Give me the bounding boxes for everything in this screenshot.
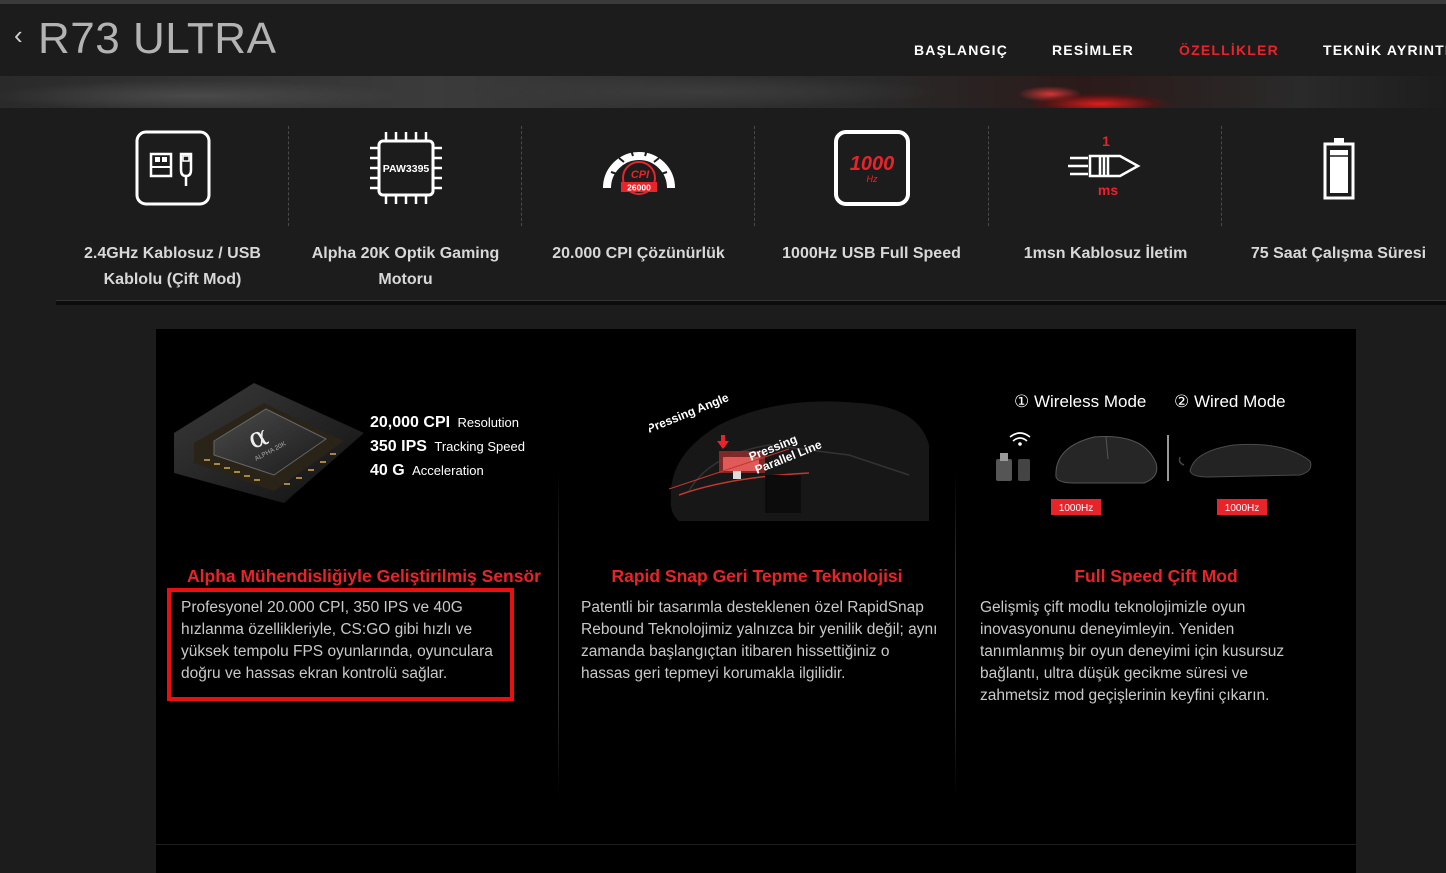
feature-row-divider xyxy=(56,300,1446,305)
svg-text:26000: 26000 xyxy=(627,183,651,193)
feature-label: 1000Hz USB Full Speed xyxy=(782,245,961,262)
feature-card-sensor: α ALPHA 20K 20,000 CPI Resolution 350 IP… xyxy=(156,329,558,873)
nav-tab-resimler[interactable]: RESİMLER xyxy=(1052,42,1134,58)
feature-latency: 1 ms 1msn Kablosuz İletim xyxy=(989,108,1222,304)
sensor-chip-image: α ALPHA 20K 20,000 CPI Resolution 350 IP… xyxy=(174,383,525,503)
mouse-cutaway-image: Pressing Angle Pressing Parallel Line xyxy=(649,390,929,521)
polling-rate-icon: 1000 Hz xyxy=(833,130,910,206)
svg-text:1000Hz: 1000Hz xyxy=(1059,503,1093,514)
feature-card-title: Alpha Mühendisliğiyle Geliştirilmiş Sens… xyxy=(187,566,541,586)
cpi-gauge-icon: CPI 26000 xyxy=(602,149,675,195)
feature-label: 2.4GHz Kablosuz / USB Kablolu (Çift Mod) xyxy=(84,245,261,288)
feature-card-rapid-snap: Pressing Angle Pressing Parallel Line Ra… xyxy=(559,329,955,873)
feature-card-dual-mode: ① Wireless Mode ② Wired Mode 1000Hz 1000… xyxy=(956,329,1356,873)
svg-text:PAW3395: PAW3395 xyxy=(382,163,429,175)
svg-text:40 G Acceleration: 40 G Acceleration xyxy=(370,462,484,479)
chevron-left-icon[interactable]: ‹ xyxy=(14,20,23,50)
feature-card-text: Patentli bir tasarımla desteklenen özel … xyxy=(581,599,938,682)
svg-text:350 IPS Tracking Speed: 350 IPS Tracking Speed xyxy=(370,438,525,455)
page-title: R73 ULTRA xyxy=(38,14,277,63)
latency-bullet-icon: 1 ms xyxy=(1067,133,1141,198)
feature-cpi: CPI 26000 20.000 CPI Çözünürlük xyxy=(522,108,755,304)
wifi-icon xyxy=(1009,432,1031,442)
usb-wireless-icon xyxy=(135,130,210,206)
feature-row: 2.4GHz Kablosuz / USB Kablolu (Çift Mod)… xyxy=(56,108,1446,304)
svg-text:Hz: Hz xyxy=(866,174,877,184)
svg-text:ms: ms xyxy=(1097,182,1117,198)
feature-panel: α ALPHA 20K 20,000 CPI Resolution 350 IP… xyxy=(156,329,1356,873)
nav-tab-ozellikler[interactable]: ÖZELLİKLER xyxy=(1179,42,1279,58)
nav-tab-teknik-ayrinti[interactable]: TEKNİK AYRINTI xyxy=(1323,42,1446,58)
panel-bottom-divider xyxy=(156,844,1356,845)
feature-card-title: Rapid Snap Geri Tepme Teknolojisi xyxy=(611,566,903,586)
feature-card-text: Profesyonel 20.000 CPI, 350 IPS ve 40G h… xyxy=(181,599,493,682)
feature-label: 20.000 CPI Çözünürlük xyxy=(552,245,725,262)
battery-icon xyxy=(1323,138,1354,200)
dual-mode-image: 1000Hz 1000Hz xyxy=(996,432,1312,515)
feature-dual-mode: 2.4GHz Kablosuz / USB Kablolu (Çift Mod) xyxy=(56,108,289,304)
wired-mode-label: ② Wired Mode xyxy=(1174,392,1286,411)
wireless-mode-label: ① Wireless Mode xyxy=(1014,392,1147,411)
svg-text:1000Hz: 1000Hz xyxy=(1225,503,1259,514)
page-header: ‹ R73 ULTRA BAŞLANGIÇ RESİMLER ÖZELLİKLE… xyxy=(0,0,1446,76)
svg-text:20,000 CPI Resolution: 20,000 CPI Resolution xyxy=(370,414,519,431)
feature-polling: 1000 Hz 1000Hz USB Full Speed xyxy=(755,108,988,304)
svg-text:1: 1 xyxy=(1102,133,1110,149)
feature-label: Alpha 20K Optik Gaming Motoru xyxy=(311,245,500,288)
feature-sensor: PAW3395 Alpha 20K Optik Gaming Motoru xyxy=(289,108,522,304)
banner-strip xyxy=(0,76,1446,108)
feature-battery: 75 Saat Çalışma Süresi xyxy=(1222,108,1446,304)
feature-label: 1msn Kablosuz İletim xyxy=(1023,245,1188,262)
feature-label: 75 Saat Çalışma Süresi xyxy=(1250,245,1427,262)
chip-icon: PAW3395 xyxy=(369,132,442,204)
nav-tab-baslangic[interactable]: BAŞLANGIÇ xyxy=(914,42,1008,58)
svg-text:CPI: CPI xyxy=(630,169,649,181)
feature-card-title: Full Speed Çift Mod xyxy=(1074,566,1238,586)
feature-card-text: Gelişmiş çift modlu teknolojimizle oyun … xyxy=(980,599,1285,704)
svg-text:1000: 1000 xyxy=(849,153,894,175)
